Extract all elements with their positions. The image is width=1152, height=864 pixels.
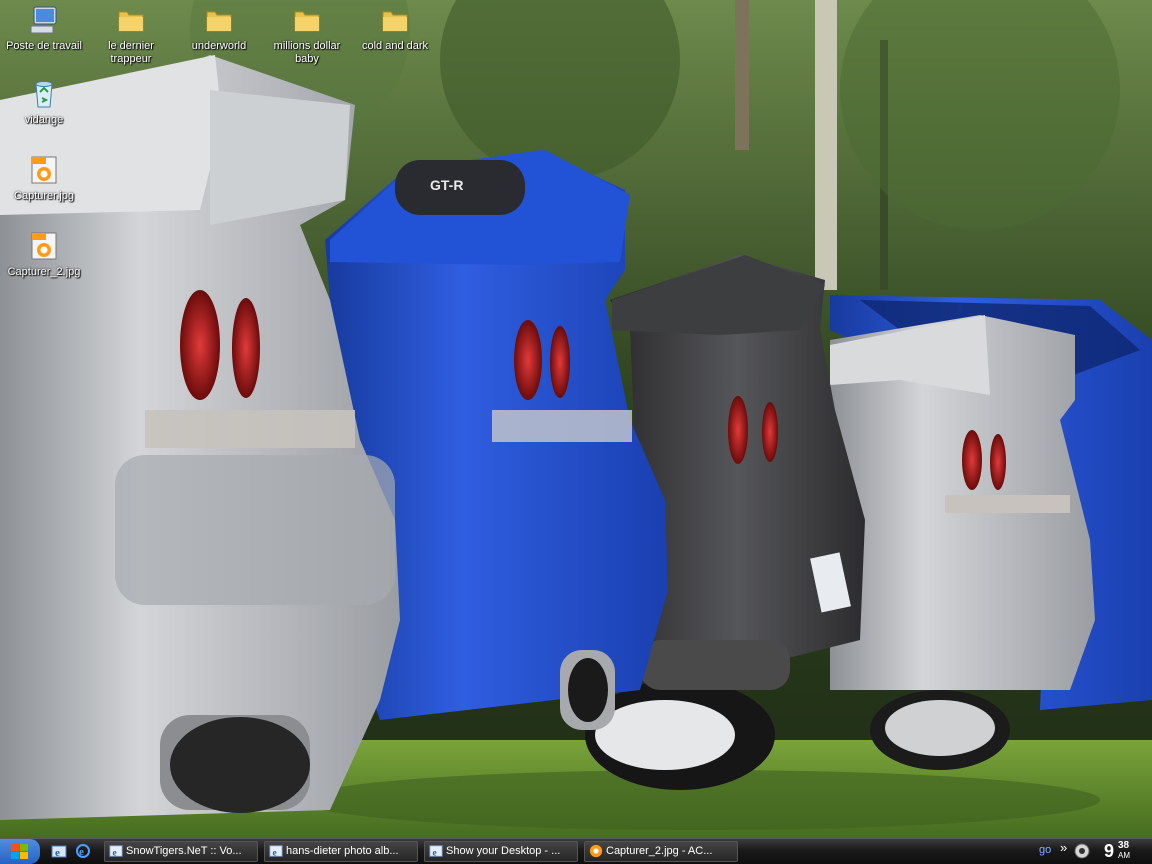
windows-logo-icon (11, 844, 28, 859)
svg-text:e: e (79, 846, 84, 858)
internet-explorer-icon: e (269, 845, 283, 858)
desktop-icon-label: vidange (24, 114, 64, 126)
internet-explorer-icon: e (429, 845, 443, 858)
taskbar-button-show-your-desktop[interactable]: e Show your Desktop - ... (424, 841, 578, 862)
desktop-icon-my-computer[interactable]: Poste de travail (2, 4, 86, 53)
jpg-file-icon (31, 232, 57, 260)
taskbar-button-snowtigers[interactable]: e SnowTigers.NeT :: Vo... (104, 841, 258, 862)
clock-hour: 9 (1104, 841, 1115, 861)
internet-explorer-icon: e (109, 845, 123, 858)
desktop-icon-folder-le-dernier-trappeur[interactable]: le dernier trappeur (89, 4, 173, 66)
taskbar-button-label: hans-dieter photo alb... (286, 845, 399, 857)
desktop: GT-R Poste de travail le dernier trappeu… (0, 0, 1152, 864)
desktop-icon-label: millions dollar baby (273, 40, 341, 65)
taskbar-button-capturer-2-acdsee[interactable]: Capturer_2.jpg - AC... (584, 841, 738, 862)
svg-text:e: e (55, 847, 60, 859)
desktop-icon-label: Capturer_2.jpg (7, 266, 81, 278)
toolbar-overflow-chevron[interactable]: » (1060, 840, 1067, 855)
gtr-badge-text: GT-R (430, 177, 463, 193)
svg-text:e: e (433, 847, 438, 858)
system-tray-icon[interactable] (1074, 843, 1090, 859)
address-go-link[interactable]: go (1039, 844, 1051, 856)
taskbar: e e e SnowTigers.NeT :: Vo... e hans-die… (0, 838, 1152, 864)
desktop-icon-folder-cold-and-dark[interactable]: cold and dark (353, 4, 437, 53)
desktop-icon-label: Poste de travail (6, 40, 82, 52)
taskbar-button-label: Show your Desktop - ... (446, 845, 561, 857)
desktop-icon-label: le dernier trappeur (108, 40, 154, 65)
taskbar-button-label: SnowTigers.NeT :: Vo... (126, 845, 242, 857)
taskbar-button-label: Capturer_2.jpg - AC... (606, 845, 713, 857)
taskbar-button-hans-dieter[interactable]: e hans-dieter photo alb... (264, 841, 418, 862)
folder-icon (382, 11, 408, 32)
desktop-icon-recycle-bin[interactable]: vidange (2, 78, 86, 127)
desktop-icon-folder-millions-dollar-baby[interactable]: millions dollar baby (265, 4, 349, 66)
internet-explorer-icon[interactable]: e (75, 843, 91, 859)
jpg-file-icon (31, 156, 57, 184)
folder-icon (206, 11, 232, 32)
desktop-icon-folder-underworld[interactable]: underworld (177, 4, 261, 53)
desktop-icon-label: underworld (191, 40, 247, 52)
recycle-bin-icon (35, 81, 53, 108)
desktop-icon-capturer-jpg[interactable]: Capturer.jpg (2, 154, 86, 203)
svg-text:e: e (113, 847, 118, 858)
desktop-icon-capturer-2-jpg[interactable]: Capturer_2.jpg (2, 230, 86, 279)
system-clock[interactable]: 9 38 AM (1094, 839, 1152, 864)
desktop-icon-label: cold and dark (361, 40, 429, 52)
clock-minute: 38 (1118, 840, 1130, 851)
internet-explorer-icon[interactable]: e (51, 843, 67, 859)
my-computer-icon (30, 6, 57, 34)
clock-ampm: AM (1118, 851, 1130, 860)
folder-icon (294, 11, 320, 32)
desktop-icon-label: Capturer.jpg (14, 190, 74, 202)
svg-text:e: e (273, 847, 278, 858)
wallpaper-image: GT-R (0, 0, 1152, 864)
folder-icon (118, 11, 144, 32)
start-button[interactable] (0, 839, 40, 864)
acdsee-icon (589, 844, 603, 858)
